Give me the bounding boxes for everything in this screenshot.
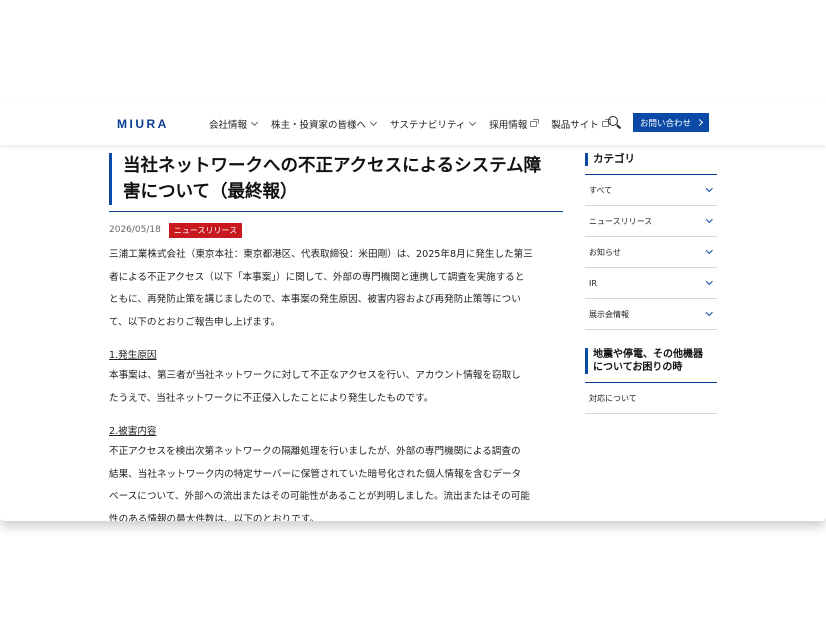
heading-line: 地震や停電、その他機器 xyxy=(593,349,703,360)
search-icon-handle xyxy=(616,124,622,129)
publish-date: 2026/05/18 xyxy=(109,225,161,235)
text-line: ベースについて、外部への流出またはその可能性があることが判明しました。流出または… xyxy=(109,491,530,502)
chevron-down-icon xyxy=(705,309,712,316)
page-viewport: MIURA 会社情報 株主・投資家の皆様へ サステナビリティ 採用情報 製品サイ… xyxy=(0,103,826,521)
text-line: 不正アクセスを検出次第ネットワークの隔離処理を行いましたが、外部の専門機関による… xyxy=(109,446,521,457)
title-line: 当社ネットワークへの不正アクセスによるシステム障 xyxy=(123,156,542,176)
logo-text: MIURA xyxy=(117,117,169,131)
nav-item-recruit[interactable]: 採用情報 xyxy=(489,117,540,131)
sidebar-item-label: ニュースリリース xyxy=(589,216,653,226)
damage-paragraph: 不正アクセスを検出次第ネットワークの隔離処理を行いましたが、外部の専門機関による… xyxy=(109,441,563,521)
sidebar-item-news-release[interactable]: ニュースリリース xyxy=(585,206,717,237)
external-link-icon xyxy=(530,119,540,127)
section-heading-cause: 1.発生原因 xyxy=(109,350,157,361)
chevron-right-icon xyxy=(695,118,704,127)
sidebar-item-ir[interactable]: IR xyxy=(585,268,717,299)
sidebar-item-label: IR xyxy=(589,278,597,288)
sidebar-item-label: すべて xyxy=(589,185,613,195)
cause-paragraph: 本事案は、第三者が当社ネットワークに対して不正なアクセスを行い、アカウント情報を… xyxy=(109,365,563,410)
chevron-down-icon xyxy=(250,118,259,127)
contact-button-label: お問い合わせ xyxy=(639,118,691,129)
nav-label: 採用情報 xyxy=(489,120,528,131)
title-divider xyxy=(109,211,563,212)
chevron-down-icon xyxy=(705,278,712,285)
intro-paragraph: 三浦工業株式会社（東京本社：東京都港区、代表取締役：米田剛）は、2025年8月に… xyxy=(109,244,563,334)
article-meta: 2026/05/18 ニュースリリース xyxy=(109,222,563,238)
article: 当社ネットワークへの不正アクセスによるシステム障 害について（最終報） 2026… xyxy=(109,153,563,521)
sidebar-item-label: 展示会情報 xyxy=(589,309,629,319)
nav-item-company[interactable]: 会社情報 xyxy=(209,117,259,131)
contact-button[interactable]: お問い合わせ xyxy=(633,113,709,132)
heading-line: についてお困りの時 xyxy=(593,362,683,373)
sidebar: カテゴリ すべて ニュースリリース お知らせ IR 展示会情報 地震や停電、その… xyxy=(585,153,717,414)
disaster-heading: 地震や停電、その他機器 についてお困りの時 xyxy=(585,348,717,374)
chevron-down-icon xyxy=(705,216,712,223)
sidebar-item-notice[interactable]: お知らせ xyxy=(585,237,717,268)
nav-label: サステナビリティ xyxy=(390,120,466,131)
nav-label: 株主・投資家の皆様へ xyxy=(271,120,367,131)
nav-item-sustainability[interactable]: サステナビリティ xyxy=(390,117,477,131)
chevron-down-icon xyxy=(369,118,378,127)
section-heading-damage: 2.被害内容 xyxy=(109,426,157,437)
nav-label: 会社情報 xyxy=(209,120,248,131)
category-heading: カテゴリ xyxy=(585,153,717,166)
text-line: て、以下のとおりご報告申し上げます。 xyxy=(109,316,281,328)
text-line: 本事案は、第三者が当社ネットワークに対して不正なアクセスを行い、アカウント情報を… xyxy=(109,370,521,381)
miura-logo[interactable]: MIURA xyxy=(117,116,169,132)
global-nav: 会社情報 株主・投資家の皆様へ サステナビリティ 採用情報 製品サイト xyxy=(209,103,623,145)
site-header: MIURA 会社情報 株主・投資家の皆様へ サステナビリティ 採用情報 製品サイ… xyxy=(0,103,826,145)
search-icon[interactable] xyxy=(608,116,622,130)
title-line: 害について（最終報） xyxy=(123,182,298,202)
text-line: ともに、再発防止策を講じましたので、本事案の発生原因、被害内容および再発防止策等… xyxy=(109,294,521,305)
sidebar-item-exhibition[interactable]: 展示会情報 xyxy=(585,299,717,330)
text-line: 結果、当社ネットワーク内の特定サーバーに保管されていた暗号化された個人情報を含む… xyxy=(109,468,522,480)
sidebar-item-all[interactable]: すべて xyxy=(585,175,717,206)
text-line: たうえで、当社ネットワークに不正侵入したことにより発生したものです。 xyxy=(109,392,434,404)
category-badge[interactable]: ニュースリリース xyxy=(168,222,243,238)
sidebar-item-response[interactable]: 対応について xyxy=(585,383,717,414)
chevron-down-icon xyxy=(469,118,477,127)
sidebar-item-label: 対応について xyxy=(589,393,637,403)
nav-item-products[interactable]: 製品サイト xyxy=(551,117,611,131)
nav-label: 製品サイト xyxy=(551,120,599,131)
chevron-down-icon xyxy=(705,247,712,254)
sidebar-item-label: お知らせ xyxy=(589,247,621,257)
text-line: 者による不正アクセス（以下「本事案」）に関して、外部の専門機関と連携して調査を実… xyxy=(109,271,525,283)
text-line: 三浦工業株式会社（東京本社：東京都港区、代表取締役：米田剛）は、2025年8月に… xyxy=(109,249,533,260)
nav-item-investors[interactable]: 株主・投資家の皆様へ xyxy=(271,117,378,131)
page-title: 当社ネットワークへの不正アクセスによるシステム障 害について（最終報） xyxy=(109,153,563,205)
chevron-down-icon xyxy=(705,185,712,192)
text-line: 性のある情報の最大件数は、以下のとおりです。 xyxy=(109,513,320,522)
